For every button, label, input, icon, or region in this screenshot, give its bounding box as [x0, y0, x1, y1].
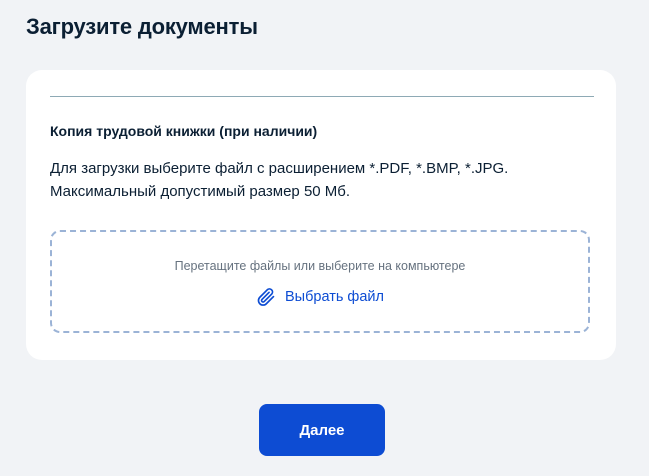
choose-file-label: Выбрать файл	[285, 289, 384, 305]
upload-description-size: Максимальный допустимый размер 50 Мб.	[50, 183, 351, 200]
choose-file-link[interactable]: Выбрать файл	[52, 287, 588, 307]
file-dropzone[interactable]: Перетащите файлы или выберите на компьют…	[50, 230, 590, 333]
document-title: Копия трудовой книжки (при наличии)	[50, 123, 318, 139]
next-button[interactable]: Далее	[259, 404, 385, 456]
upload-description-formats: Для загрузки выберите файл с расширением…	[50, 160, 509, 177]
upload-card: Копия трудовой книжки (при наличии) Для …	[26, 70, 616, 360]
paperclip-icon	[257, 288, 275, 306]
page-title: Загрузите документы	[26, 14, 258, 39]
divider	[50, 96, 594, 97]
upload-description: Для загрузки выберите файл с расширением…	[50, 157, 590, 203]
dropzone-hint: Перетащите файлы или выберите на компьют…	[174, 259, 466, 273]
